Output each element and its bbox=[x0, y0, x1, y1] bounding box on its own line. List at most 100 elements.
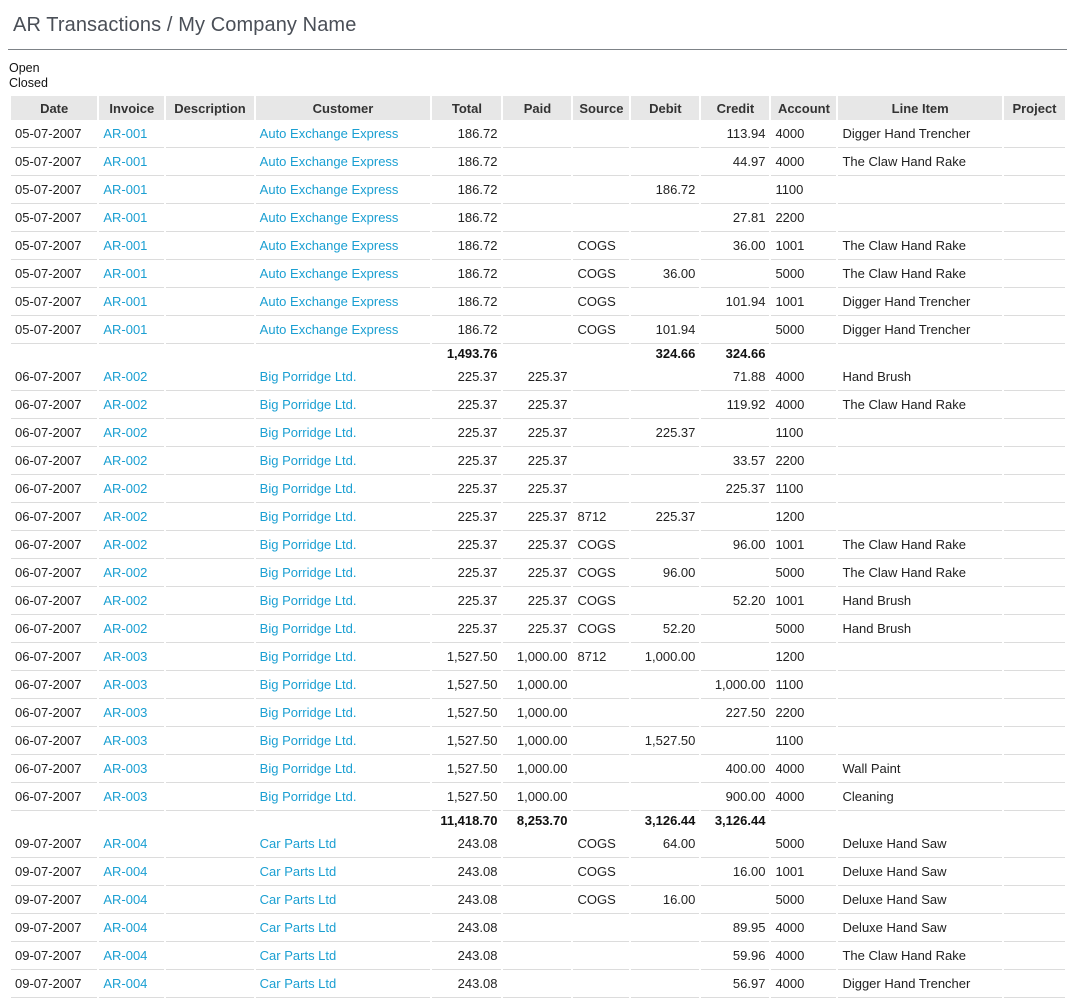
cell-account: 5000 bbox=[771, 559, 837, 587]
invoice-link[interactable]: AR-001 bbox=[103, 294, 147, 309]
invoice-link[interactable]: AR-001 bbox=[103, 210, 147, 225]
customer-link[interactable]: Auto Exchange Express bbox=[260, 154, 399, 169]
customer-link[interactable]: Auto Exchange Express bbox=[260, 322, 399, 337]
cell-date: 06-07-2007 bbox=[11, 615, 98, 643]
customer-link[interactable]: Auto Exchange Express bbox=[260, 210, 399, 225]
customer-link[interactable]: Car Parts Ltd bbox=[260, 892, 337, 907]
customer-link[interactable]: Auto Exchange Express bbox=[260, 182, 399, 197]
subtotal-empty-cell bbox=[11, 344, 97, 363]
filter-closed[interactable]: Closed bbox=[9, 76, 48, 91]
col-header-credit[interactable]: Credit bbox=[701, 96, 770, 120]
invoice-link[interactable]: AR-003 bbox=[103, 677, 147, 692]
cell-line-item bbox=[838, 475, 1002, 503]
customer-link[interactable]: Auto Exchange Express bbox=[260, 238, 399, 253]
filter-open[interactable]: Open bbox=[9, 61, 48, 76]
cell-line-item: Digger Hand Trencher bbox=[838, 970, 1002, 998]
customer-link[interactable]: Big Porridge Ltd. bbox=[260, 789, 357, 804]
invoice-cell: AR-004 bbox=[99, 970, 165, 998]
invoice-link[interactable]: AR-001 bbox=[103, 322, 147, 337]
cell-debit bbox=[631, 232, 700, 260]
table-row: 06-07-2007 AR-003 Big Porridge Ltd. 1,527.5… bbox=[11, 671, 1065, 699]
customer-link[interactable]: Big Porridge Ltd. bbox=[260, 705, 357, 720]
customer-link[interactable]: Big Porridge Ltd. bbox=[260, 621, 357, 636]
invoice-link[interactable]: AR-002 bbox=[103, 369, 147, 384]
customer-link[interactable]: Auto Exchange Express bbox=[260, 294, 399, 309]
customer-link[interactable]: Big Porridge Ltd. bbox=[260, 677, 357, 692]
cell-source bbox=[573, 783, 630, 811]
cell-project bbox=[1003, 503, 1065, 531]
invoice-link[interactable]: AR-002 bbox=[103, 481, 147, 496]
col-header-date[interactable]: Date bbox=[11, 96, 98, 120]
invoice-link[interactable]: AR-002 bbox=[103, 425, 147, 440]
customer-link[interactable]: Car Parts Ltd bbox=[260, 836, 337, 851]
customer-link[interactable]: Car Parts Ltd bbox=[260, 948, 337, 963]
customer-link[interactable]: Car Parts Ltd bbox=[260, 920, 337, 935]
invoice-link[interactable]: AR-004 bbox=[103, 836, 147, 851]
subtotal-total: 11,418.70 bbox=[440, 813, 498, 828]
invoice-link[interactable]: AR-004 bbox=[103, 864, 147, 879]
customer-link[interactable]: Car Parts Ltd bbox=[260, 864, 337, 879]
invoice-cell: AR-002 bbox=[99, 531, 165, 559]
cell-description bbox=[166, 204, 254, 232]
col-header-description[interactable]: Description bbox=[166, 96, 254, 120]
invoice-link[interactable]: AR-002 bbox=[103, 565, 147, 580]
invoice-link[interactable]: AR-001 bbox=[103, 266, 147, 281]
invoice-link[interactable]: AR-004 bbox=[103, 920, 147, 935]
invoice-link[interactable]: AR-001 bbox=[103, 154, 147, 169]
invoice-link[interactable]: AR-002 bbox=[103, 621, 147, 636]
col-header-paid[interactable]: Paid bbox=[503, 96, 572, 120]
table-row: 05-07-2007 AR-001 Auto Exchange Express 186… bbox=[11, 148, 1065, 176]
col-header-total[interactable]: Total bbox=[432, 96, 502, 120]
customer-link[interactable]: Big Porridge Ltd. bbox=[260, 649, 357, 664]
customer-link[interactable]: Big Porridge Ltd. bbox=[260, 397, 357, 412]
cell-date: 05-07-2007 bbox=[11, 148, 98, 176]
cell-line-item: Deluxe Hand Saw bbox=[838, 886, 1002, 914]
customer-link[interactable]: Big Porridge Ltd. bbox=[260, 537, 357, 552]
col-header-source[interactable]: Source bbox=[573, 96, 630, 120]
customer-link[interactable]: Big Porridge Ltd. bbox=[260, 453, 357, 468]
invoice-link[interactable]: AR-002 bbox=[103, 537, 147, 552]
customer-link[interactable]: Big Porridge Ltd. bbox=[260, 425, 357, 440]
invoice-link[interactable]: AR-003 bbox=[103, 733, 147, 748]
cell-line-item: The Claw Hand Rake bbox=[838, 232, 1002, 260]
customer-link[interactable]: Big Porridge Ltd. bbox=[260, 481, 357, 496]
customer-link[interactable]: Big Porridge Ltd. bbox=[260, 761, 357, 776]
cell-line-item: The Claw Hand Rake bbox=[838, 260, 1002, 288]
invoice-link[interactable]: AR-004 bbox=[103, 948, 147, 963]
invoice-link[interactable]: AR-003 bbox=[103, 649, 147, 664]
customer-link[interactable]: Big Porridge Ltd. bbox=[260, 369, 357, 384]
cell-source bbox=[573, 671, 630, 699]
invoice-link[interactable]: AR-002 bbox=[103, 593, 147, 608]
invoice-link[interactable]: AR-004 bbox=[103, 892, 147, 907]
col-header-account[interactable]: Account bbox=[771, 96, 837, 120]
cell-line-item: Wall Paint bbox=[838, 755, 1002, 783]
invoice-link[interactable]: AR-002 bbox=[103, 397, 147, 412]
cell-line-item bbox=[838, 727, 1002, 755]
invoice-link[interactable]: AR-003 bbox=[103, 761, 147, 776]
col-header-invoice[interactable]: Invoice bbox=[99, 96, 165, 120]
invoice-link[interactable]: AR-002 bbox=[103, 453, 147, 468]
customer-link[interactable]: Big Porridge Ltd. bbox=[260, 509, 357, 524]
invoice-link[interactable]: AR-001 bbox=[103, 238, 147, 253]
col-header-customer[interactable]: Customer bbox=[255, 96, 431, 120]
customer-link[interactable]: Big Porridge Ltd. bbox=[260, 565, 357, 580]
customer-link[interactable]: Auto Exchange Express bbox=[260, 266, 399, 281]
invoice-link[interactable]: AR-004 bbox=[103, 976, 147, 991]
cell-source bbox=[573, 120, 630, 148]
col-header-debit[interactable]: Debit bbox=[631, 96, 700, 120]
customer-link[interactable]: Car Parts Ltd bbox=[260, 976, 337, 991]
invoice-link[interactable]: AR-003 bbox=[103, 789, 147, 804]
customer-link[interactable]: Auto Exchange Express bbox=[260, 126, 399, 141]
col-header-project[interactable]: Project bbox=[1003, 96, 1065, 120]
invoice-cell: AR-003 bbox=[99, 671, 165, 699]
invoice-link[interactable]: AR-003 bbox=[103, 705, 147, 720]
customer-link[interactable]: Big Porridge Ltd. bbox=[260, 733, 357, 748]
invoice-link[interactable]: AR-001 bbox=[103, 182, 147, 197]
table-row: 06-07-2007 AR-002 Big Porridge Ltd. 225.37 2… bbox=[11, 615, 1065, 643]
invoice-cell: AR-003 bbox=[99, 783, 165, 811]
invoice-link[interactable]: AR-002 bbox=[103, 509, 147, 524]
cell-description bbox=[166, 391, 254, 419]
invoice-link[interactable]: AR-001 bbox=[103, 126, 147, 141]
customer-link[interactable]: Big Porridge Ltd. bbox=[260, 593, 357, 608]
col-header-line-item[interactable]: Line Item bbox=[838, 96, 1002, 120]
